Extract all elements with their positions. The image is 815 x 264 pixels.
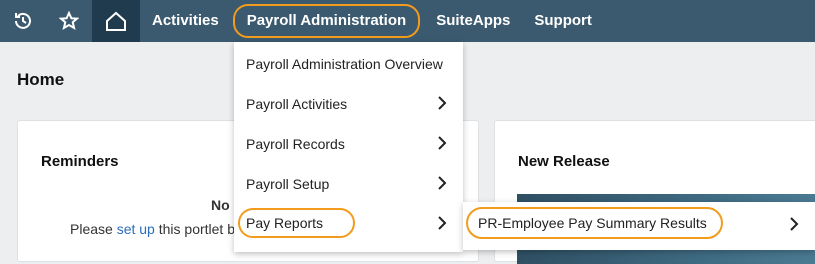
menu-item-label: Payroll Activities: [246, 96, 348, 112]
pay-reports-submenu: PR-Employee Pay Summary Results: [463, 202, 815, 250]
reminders-no-text: No: [211, 197, 230, 213]
menu-item-label: Payroll Administration Overview: [246, 56, 443, 72]
reminders-heading: Reminders: [41, 153, 119, 170]
tab-support[interactable]: Support: [522, 0, 604, 42]
chevron-right-icon: [790, 217, 799, 231]
reminders-message: Please set up this portlet b: [70, 221, 235, 237]
top-navbar: Activities Payroll Administration SuiteA…: [0, 0, 815, 42]
chevron-right-icon: [438, 136, 447, 150]
tab-suiteapps[interactable]: SuiteApps: [424, 0, 522, 42]
menu-item-label: Payroll Setup: [246, 176, 330, 192]
reminders-prefix: Please: [70, 221, 113, 237]
menu-item-pay-reports[interactable]: Pay Reports: [234, 204, 463, 244]
star-icon[interactable]: [46, 0, 92, 42]
payroll-administration-menu: Payroll Administration Overview Payroll …: [234, 42, 463, 252]
menu-item-payroll-records[interactable]: Payroll Records: [234, 124, 463, 164]
set-up-link[interactable]: set up: [117, 221, 155, 237]
history-icon[interactable]: [0, 0, 46, 42]
menu-item-label: Payroll Records: [246, 136, 345, 152]
home-icon[interactable]: [92, 0, 140, 42]
tab-activities[interactable]: Activities: [140, 0, 231, 42]
chevron-right-icon: [438, 176, 447, 190]
menu-item-payroll-activities[interactable]: Payroll Activities: [234, 84, 463, 124]
submenu-item-pr-employee-pay-summary-results[interactable]: PR-Employee Pay Summary Results: [463, 202, 815, 250]
chevron-right-icon: [438, 96, 447, 110]
menu-item-payroll-administration-overview[interactable]: Payroll Administration Overview: [234, 44, 463, 84]
submenu-item-label: PR-Employee Pay Summary Results: [466, 207, 723, 239]
page-title: Home: [17, 70, 65, 89]
reminders-suffix: this portlet b: [158, 221, 235, 237]
menu-item-payroll-setup[interactable]: Payroll Setup: [234, 164, 463, 204]
new-release-heading: New Release: [518, 153, 610, 170]
tab-payroll-administration[interactable]: Payroll Administration: [232, 4, 421, 38]
chevron-right-icon: [438, 216, 447, 230]
menu-item-label: Pay Reports: [238, 208, 356, 238]
